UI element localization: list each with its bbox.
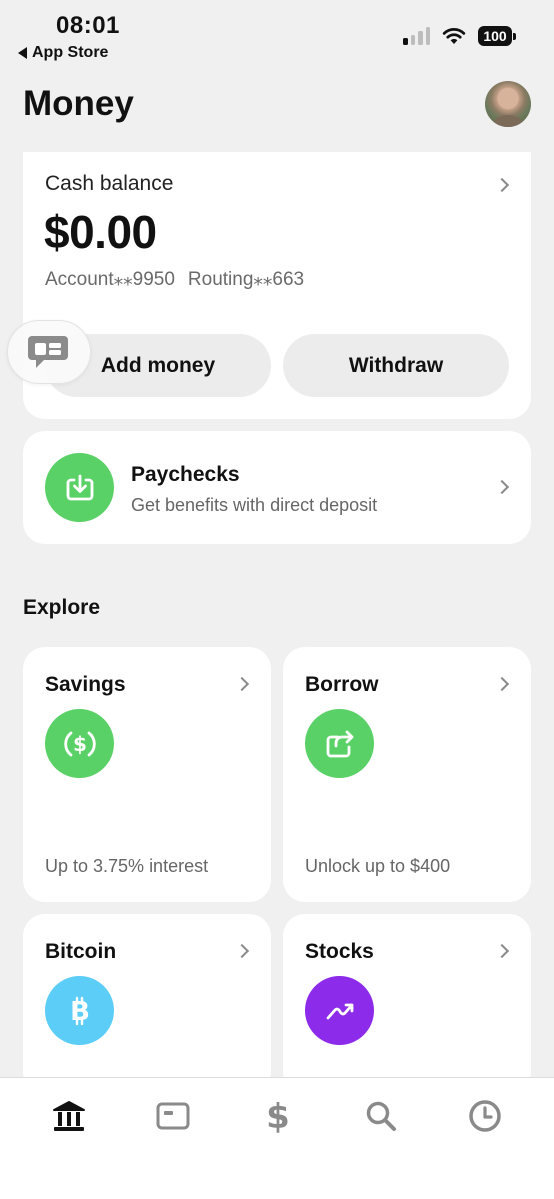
- chevron-right-icon: [234, 943, 250, 959]
- wifi-icon: [442, 28, 466, 44]
- paychecks-card[interactable]: Paychecks Get benefits with direct depos…: [23, 431, 531, 544]
- chevron-right-icon: [494, 943, 510, 959]
- chat-bubble-icon: [28, 336, 68, 368]
- svg-text:$: $: [266, 1097, 290, 1135]
- back-label: App Store: [32, 44, 109, 61]
- savings-tile[interactable]: Savings $ Up to 3.75% interest: [23, 647, 271, 902]
- tab-search[interactable]: [359, 1096, 403, 1136]
- tab-activity[interactable]: [463, 1096, 507, 1136]
- status-indicators: 100: [403, 26, 516, 46]
- chat-support-button[interactable]: [7, 320, 91, 384]
- tab-bar: $: [0, 1077, 554, 1199]
- tile-title: Borrow: [305, 673, 379, 696]
- tab-pay[interactable]: $: [256, 1096, 300, 1136]
- paychecks-title: Paychecks: [131, 463, 240, 486]
- tile-subtitle: Unlock up to $400: [305, 856, 451, 876]
- back-to-app-store[interactable]: App Store: [18, 44, 108, 62]
- tab-money[interactable]: [47, 1096, 91, 1136]
- dollar-icon: $: [266, 1097, 290, 1135]
- borrow-tile[interactable]: Borrow Unlock up to $400: [283, 647, 531, 902]
- bank-icon: [53, 1101, 85, 1131]
- battery-level: 100: [478, 26, 512, 46]
- bitcoin-icon: B: [45, 976, 114, 1045]
- tile-title: Bitcoin: [45, 940, 117, 963]
- tile-subtitle: Up to 3.75% interest: [45, 856, 209, 876]
- borrow-arrow-icon: [305, 709, 374, 778]
- bitcoin-tile[interactable]: Bitcoin B: [23, 914, 271, 1094]
- explore-section-title: Explore: [23, 596, 101, 619]
- chevron-right-icon: [494, 676, 510, 692]
- account-number: Account⁎⁎9950: [45, 269, 175, 290]
- dollar-circle-icon: $: [45, 709, 114, 778]
- chevron-right-icon: [494, 177, 510, 193]
- cellular-signal-icon: [403, 27, 430, 45]
- chevron-right-icon: [494, 479, 510, 495]
- svg-text:B: B: [70, 997, 90, 1027]
- page-title: Money: [23, 84, 134, 123]
- withdraw-button[interactable]: Withdraw: [283, 334, 509, 397]
- account-details: Account⁎⁎9950 Routing⁎⁎663: [45, 268, 304, 291]
- direct-deposit-icon: [45, 453, 114, 522]
- cash-balance-card[interactable]: Cash balance $0.00 Account⁎⁎9950 Routing…: [23, 152, 531, 419]
- chevron-right-icon: [234, 676, 250, 692]
- tile-title: Stocks: [305, 940, 374, 963]
- svg-text:$: $: [73, 732, 87, 756]
- card-icon: [156, 1102, 190, 1130]
- avatar[interactable]: [485, 81, 531, 127]
- tile-title: Savings: [45, 673, 126, 696]
- cash-balance-label: Cash balance: [45, 172, 174, 195]
- cash-balance-amount: $0.00: [44, 206, 157, 258]
- tab-card[interactable]: [151, 1096, 195, 1136]
- routing-number: Routing⁎⁎663: [187, 269, 305, 290]
- paychecks-subtitle: Get benefits with direct deposit: [131, 495, 378, 515]
- stocks-trend-icon: [305, 976, 374, 1045]
- battery-icon: 100: [478, 26, 516, 46]
- clock-icon: [469, 1100, 501, 1132]
- back-arrow-icon: [18, 47, 27, 59]
- stocks-tile[interactable]: Stocks: [283, 914, 531, 1094]
- search-icon: [366, 1101, 396, 1131]
- status-time: 08:01: [56, 12, 120, 39]
